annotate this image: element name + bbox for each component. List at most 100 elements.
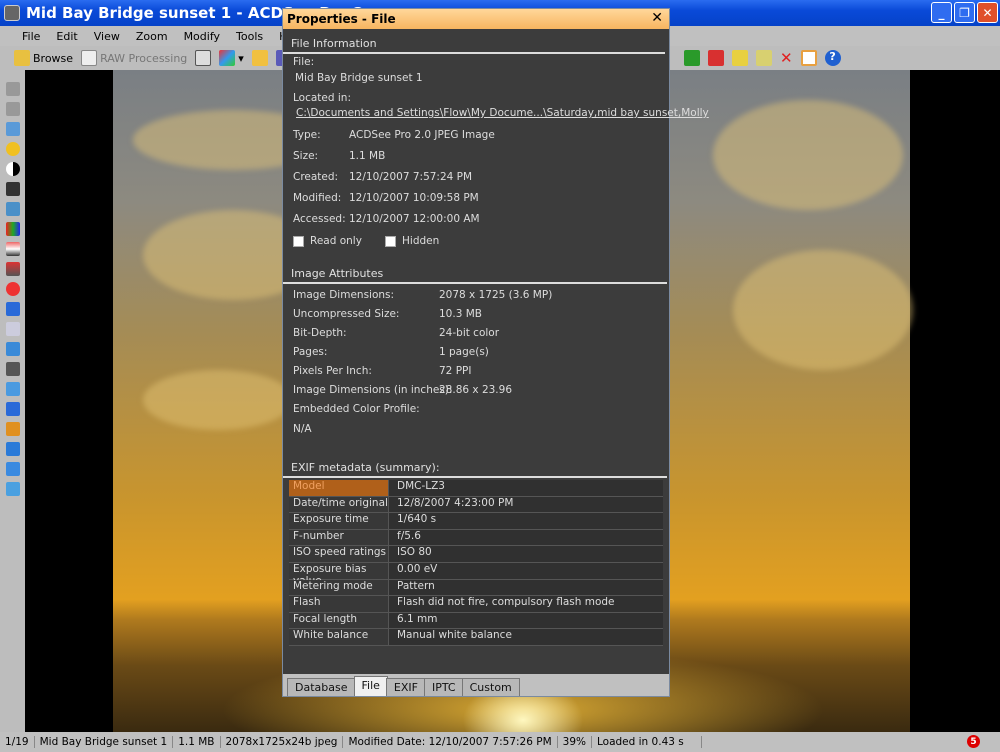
read-only-checkbox[interactable]: Read only bbox=[293, 235, 362, 247]
hue-icon[interactable] bbox=[5, 262, 20, 276]
close-button[interactable]: ✕ bbox=[977, 2, 998, 23]
dialog-title: Properties - File bbox=[287, 12, 396, 26]
undo-icon[interactable] bbox=[5, 82, 20, 96]
file-name: Mid Bay Bridge sunset 1 bbox=[295, 72, 423, 84]
exif-value: Manual white balance bbox=[397, 629, 512, 642]
color-profile-value: N/A bbox=[293, 423, 312, 435]
crop-icon[interactable] bbox=[5, 362, 20, 376]
attribute-value: 1 page(s) bbox=[439, 346, 489, 358]
dialog-title-bar: Properties - File ✕ bbox=[283, 9, 669, 29]
exif-row[interactable]: Model DMC-LZ3 bbox=[289, 480, 663, 497]
attribute-label: Pixels Per Inch: bbox=[293, 365, 372, 377]
exif-value: f/5.6 bbox=[397, 529, 421, 542]
exif-row[interactable]: Metering mode Pattern bbox=[289, 579, 663, 597]
status-filename: Mid Bay Bridge sunset 1 bbox=[35, 736, 174, 748]
checkbox-icon bbox=[385, 235, 396, 247]
noise-icon[interactable] bbox=[5, 322, 20, 336]
attribute-value: 10.3 MB bbox=[439, 308, 482, 320]
palette-icon bbox=[219, 50, 236, 66]
restore-wallpaper-icon[interactable] bbox=[708, 50, 724, 66]
exif-row[interactable]: F-number f/5.6 bbox=[289, 529, 663, 547]
exif-row[interactable]: Flash Flash did not fire, compulsory flas… bbox=[289, 596, 663, 613]
set-wallpaper-icon[interactable] bbox=[684, 50, 700, 66]
batch-icon[interactable] bbox=[5, 482, 20, 496]
perspective-icon[interactable] bbox=[5, 462, 20, 476]
status-zoom[interactable]: 39% bbox=[558, 736, 592, 748]
attribute-label: Image Dimensions (in inches): bbox=[293, 384, 453, 396]
accessed-value[interactable]: 12/10/2007 12:00:00 AM bbox=[349, 213, 480, 225]
menu-modify[interactable]: Modify bbox=[176, 30, 228, 43]
tab-file[interactable]: File bbox=[353, 676, 388, 696]
exif-row[interactable]: Date/time original 12/8/2007 4:23:00 PM bbox=[289, 496, 663, 514]
restore-button[interactable]: ❐ bbox=[954, 2, 975, 23]
exif-row[interactable]: Exposure bias value 0.00 eV bbox=[289, 562, 663, 587]
exif-key: Flash bbox=[289, 596, 389, 612]
location-link[interactable]: C:\Documents and Settings\Flow\My Docume… bbox=[296, 107, 709, 119]
edit-tools-button[interactable]: ▾ bbox=[219, 50, 244, 66]
menu-view[interactable]: View bbox=[86, 30, 128, 43]
edit-toolbar bbox=[0, 70, 25, 732]
help-icon[interactable]: ? bbox=[824, 50, 841, 66]
status-dimensions: 2078x1725x24b jpeg bbox=[221, 736, 344, 748]
dialog-close-icon[interactable]: ✕ bbox=[651, 10, 663, 26]
exif-table: Model DMC-LZ3 Date/time original 12/8/2007 … bbox=[289, 480, 663, 646]
notification-badge[interactable]: 5 bbox=[967, 735, 980, 748]
exposure-icon[interactable] bbox=[5, 142, 20, 156]
type-label: Type: bbox=[293, 129, 321, 141]
exif-value: 12/8/2007 4:23:00 PM bbox=[397, 496, 514, 509]
status-load-time: Loaded in 0.43 s bbox=[592, 736, 702, 748]
folder-icon bbox=[251, 50, 268, 66]
status-bar: 1/19 Mid Bay Bridge sunset 1 1.1 MB 2078… bbox=[0, 732, 1000, 752]
tab-custom[interactable]: Custom bbox=[461, 678, 520, 696]
photo-repair-icon[interactable] bbox=[5, 122, 20, 136]
move-to-icon[interactable] bbox=[732, 50, 748, 66]
attribute-value: 28.86 x 23.96 bbox=[439, 384, 513, 396]
levels-icon[interactable] bbox=[5, 222, 20, 236]
sharpen-icon[interactable] bbox=[5, 302, 20, 316]
properties-icon[interactable] bbox=[800, 50, 817, 66]
menu-zoom[interactable]: Zoom bbox=[128, 30, 176, 43]
open-button[interactable] bbox=[251, 50, 268, 66]
tab-iptc[interactable]: IPTC bbox=[423, 678, 464, 696]
tab-exif[interactable]: EXIF bbox=[385, 678, 426, 696]
menu-file[interactable]: File bbox=[14, 30, 48, 43]
browse-button[interactable]: Browse bbox=[14, 50, 73, 66]
exif-row[interactable]: ISO speed ratings ISO 80 bbox=[289, 546, 663, 563]
attribute-label: Image Dimensions: bbox=[293, 289, 395, 301]
color-balance-icon[interactable] bbox=[5, 202, 20, 216]
menu-edit[interactable]: Edit bbox=[48, 30, 85, 43]
shadows-icon[interactable] bbox=[5, 182, 20, 196]
minimize-button[interactable]: _ bbox=[931, 2, 952, 23]
modified-value[interactable]: 12/10/2007 10:09:58 PM bbox=[349, 192, 479, 204]
rotate-icon[interactable] bbox=[5, 382, 20, 396]
effects-icon[interactable] bbox=[5, 342, 20, 356]
exif-row[interactable]: Focal length 6.1 mm bbox=[289, 612, 663, 630]
red-eye-icon[interactable] bbox=[5, 282, 20, 296]
created-value[interactable]: 12/10/2007 7:57:24 PM bbox=[349, 171, 472, 183]
raw-processing-label: RAW Processing bbox=[100, 51, 188, 65]
exif-key: Exposure bias value bbox=[289, 562, 389, 587]
attribute-value: 2078 x 1725 (3.6 MP) bbox=[439, 289, 553, 301]
exif-header: EXIF metadata (summary): bbox=[283, 453, 667, 478]
menu-tools[interactable]: Tools bbox=[228, 30, 271, 43]
exif-row[interactable]: Exposure time 1/640 s bbox=[289, 513, 663, 530]
raw-processing-button[interactable]: RAW Processing bbox=[81, 50, 187, 66]
resize-icon[interactable] bbox=[5, 442, 20, 456]
exif-row[interactable]: White balance Manual white balance bbox=[289, 629, 663, 646]
exif-value: 1/640 s bbox=[397, 513, 437, 526]
text-icon[interactable] bbox=[5, 402, 20, 416]
attribute-label: Pages: bbox=[293, 346, 328, 358]
curves-icon[interactable] bbox=[5, 242, 20, 256]
delete-icon[interactable]: ✕ bbox=[780, 49, 793, 67]
hidden-checkbox[interactable]: Hidden bbox=[385, 235, 439, 247]
redo-icon[interactable] bbox=[5, 102, 20, 116]
exif-key: Model bbox=[289, 480, 389, 496]
contrast-icon[interactable] bbox=[5, 162, 20, 176]
exif-value: 6.1 mm bbox=[397, 612, 438, 625]
raw-convert-button[interactable] bbox=[195, 50, 212, 66]
dialog-tabs: Database File EXIF IPTC Custom bbox=[283, 674, 669, 696]
tab-database[interactable]: Database bbox=[287, 678, 356, 696]
tools-icon[interactable] bbox=[5, 422, 20, 436]
image-attributes-header: Image Attributes bbox=[283, 259, 667, 284]
copy-to-icon[interactable] bbox=[756, 50, 772, 66]
